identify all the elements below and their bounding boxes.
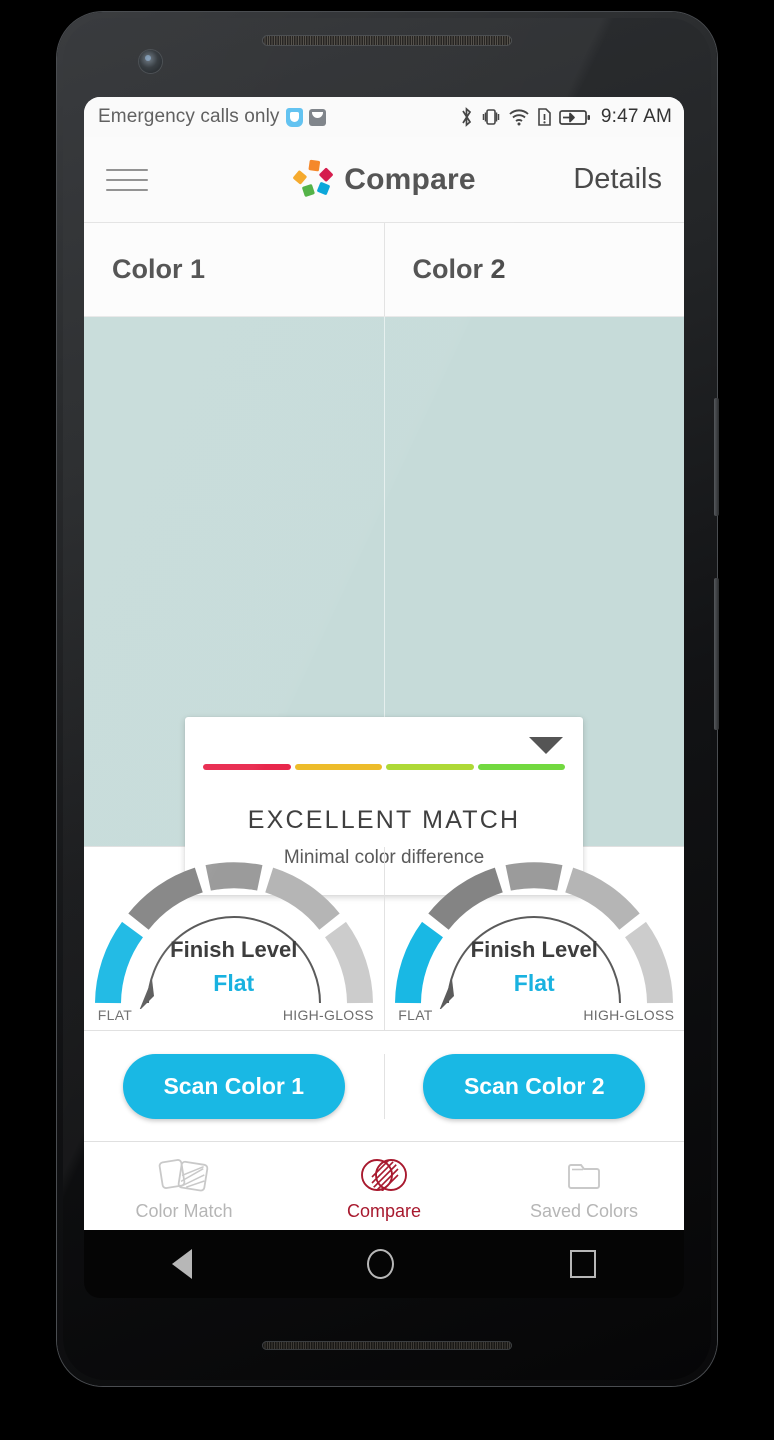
nav-item-color-match[interactable]: Color Match: [84, 1142, 284, 1230]
status-right-icons: 9:47 AM: [459, 106, 672, 128]
gauge-2-min-label: FLAT: [398, 1006, 433, 1023]
power-button[interactable]: [714, 578, 719, 730]
gauge-cell-color-2[interactable]: Finish Level Flat FLAT HIGH-GLOSS: [383, 847, 685, 1030]
folder-icon: [568, 1164, 600, 1189]
hamburger-icon[interactable]: [106, 168, 148, 191]
color-2-label: Color 2: [412, 254, 506, 284]
clock-label: 9:47 AM: [600, 106, 672, 127]
huawei-icon: [308, 108, 326, 126]
swatch-cards-icon: [158, 1159, 209, 1192]
gauge-1-min-label: FLAT: [97, 1006, 133, 1023]
gauge-2-max-label: HIGH-GLOSS: [583, 1006, 675, 1023]
carrier-label: Emergency calls only: [98, 106, 280, 127]
column-header-row: Color 1 Color 2: [84, 223, 684, 317]
scan-color-1-button[interactable]: Scan Color 1: [122, 1053, 345, 1119]
status-bar: Emergency calls only 9:47 AM: [84, 97, 684, 137]
swatch-area: EXCELLENT MATCH Minimal color difference: [84, 317, 684, 895]
front-camera-icon: [139, 50, 162, 73]
match-title: EXCELLENT MATCH: [247, 806, 521, 834]
triangle-down-icon: [529, 737, 563, 754]
android-system-nav: [84, 1230, 684, 1298]
nav-label-color-match: Color Match: [135, 1201, 233, 1221]
back-triangle-icon[interactable]: [171, 1249, 192, 1279]
venn-diagram-icon: [361, 1159, 407, 1191]
match-scale-bars: [203, 717, 565, 770]
vibrate-icon: [482, 109, 500, 125]
match-bar-excellent: [477, 764, 565, 770]
page-title: Compare: [344, 162, 476, 196]
sim-alert-icon: [538, 108, 551, 126]
match-bar-poor: [203, 764, 291, 770]
pinwheel-logo-icon: [293, 159, 334, 197]
gauge-1-center: Finish Level Flat: [92, 937, 376, 997]
scan-cell-2: Scan Color 2: [383, 1053, 685, 1119]
gauge-2-value: Flat: [513, 969, 555, 996]
shield-icon: [285, 107, 303, 127]
gauge-2-center: Finish Level Flat: [392, 937, 676, 997]
screenshot-root: Emergency calls only 9:47 AM Compare Det…: [0, 0, 774, 1440]
scan-color-2-button[interactable]: Scan Color 2: [423, 1053, 646, 1119]
phone-screen: Emergency calls only 9:47 AM Compare Det…: [84, 97, 684, 1230]
recents-square-icon[interactable]: [570, 1250, 597, 1278]
bottom-speaker: [262, 1341, 512, 1350]
nav-label-compare: Compare: [346, 1201, 422, 1221]
match-bar-fair: [294, 764, 382, 770]
home-circle-icon[interactable]: [367, 1249, 395, 1279]
nav-item-saved-colors[interactable]: Saved Colors: [484, 1142, 684, 1230]
finish-level-row: Finish Level Flat FLAT HIGH-GLOSS Finish…: [84, 846, 684, 1031]
status-left-icons: [285, 107, 326, 127]
bottom-navigation: Color Match Compare Saved Colors: [84, 1141, 684, 1230]
nav-item-compare[interactable]: Compare: [284, 1142, 484, 1230]
gauge-cell-color-1[interactable]: Finish Level Flat FLAT HIGH-GLOSS: [84, 847, 384, 1030]
scan-button-row: Scan Color 1 Scan Color 2: [84, 1031, 684, 1141]
match-bar-good: [386, 764, 474, 770]
bluetooth-icon: [462, 107, 471, 127]
scan-cell-1: Scan Color 1: [84, 1053, 384, 1119]
details-button[interactable]: Details: [573, 163, 662, 196]
gauge-1-title: Finish Level: [170, 936, 298, 962]
gauge-2-title: Finish Level: [470, 936, 598, 962]
gauge-1-value: Flat: [213, 969, 255, 996]
volume-button[interactable]: [714, 398, 719, 516]
gauge-1-max-label: HIGH-GLOSS: [282, 1006, 374, 1023]
wifi-icon: [509, 109, 529, 126]
earpiece-speaker: [262, 35, 512, 46]
column-header-color-1: Color 1: [84, 223, 384, 316]
column-header-color-2: Color 2: [383, 223, 685, 316]
app-bar: Compare Details: [84, 137, 684, 223]
nav-label-saved-colors: Saved Colors: [529, 1201, 639, 1221]
battery-charging-icon: [559, 110, 590, 125]
color-1-label: Color 1: [112, 254, 206, 284]
